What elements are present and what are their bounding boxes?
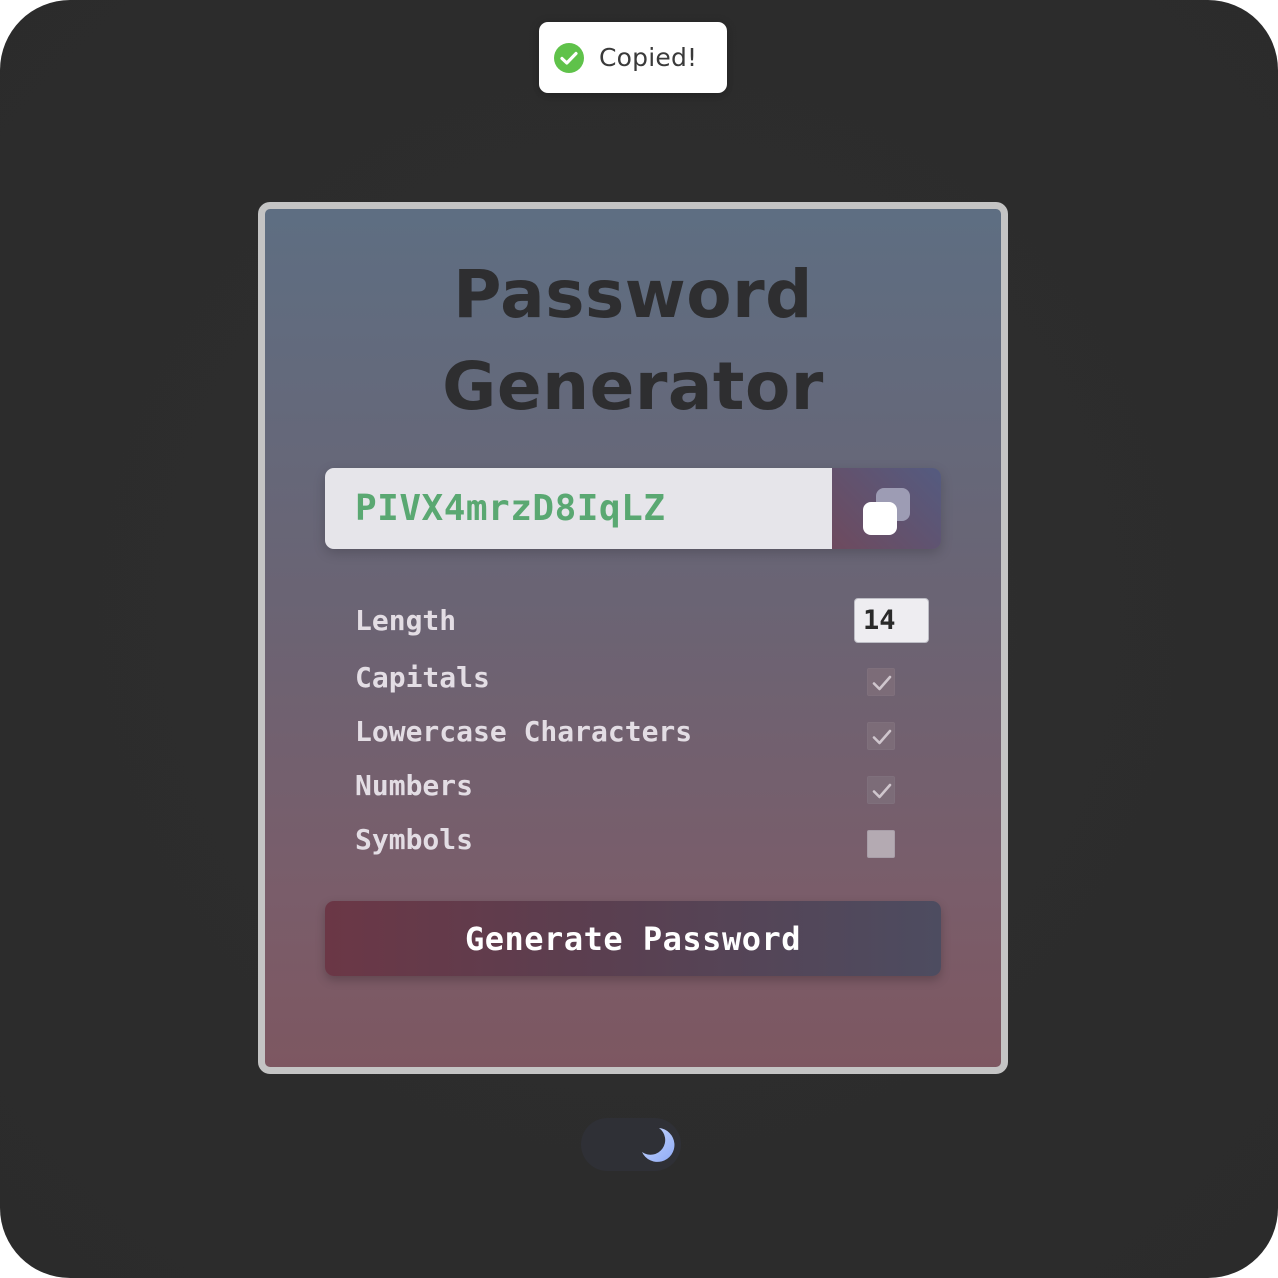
numbers-label: Numbers [355,769,474,802]
app-window: Copied! Password Generator PIVX4mrzD8IqL… [0,0,1278,1278]
length-label: Length [355,604,457,637]
password-output-row: PIVX4mrzD8IqLZ [325,468,941,549]
toast-message: Copied! [599,43,698,72]
numbers-checkbox[interactable] [867,776,895,804]
password-generator-card: Password Generator PIVX4mrzD8IqLZ Length… [258,202,1008,1074]
check-circle-icon [554,42,584,73]
generate-password-button[interactable]: Generate Password [325,901,941,976]
capitals-checkbox[interactable] [867,668,895,696]
copy-icon-front [863,502,897,535]
lowercase-label: Lowercase Characters [355,715,693,748]
checkmark-icon [872,783,892,799]
copy-button[interactable] [832,468,941,549]
title-line-2: Generator [442,348,824,425]
moon-icon [642,1128,675,1162]
symbols-checkbox[interactable] [867,830,895,858]
title-line-1: Password [453,256,813,333]
checkmark-icon [872,675,892,691]
checkmark-icon [872,729,892,745]
copied-toast: Copied! [539,22,727,93]
page-title: Password Generator [265,249,1001,433]
password-display[interactable]: PIVX4mrzD8IqLZ [325,468,832,549]
lowercase-checkbox[interactable] [867,722,895,750]
length-input[interactable]: 14 [854,598,929,643]
capitals-label: Capitals [355,661,490,694]
symbols-label: Symbols [355,823,474,856]
